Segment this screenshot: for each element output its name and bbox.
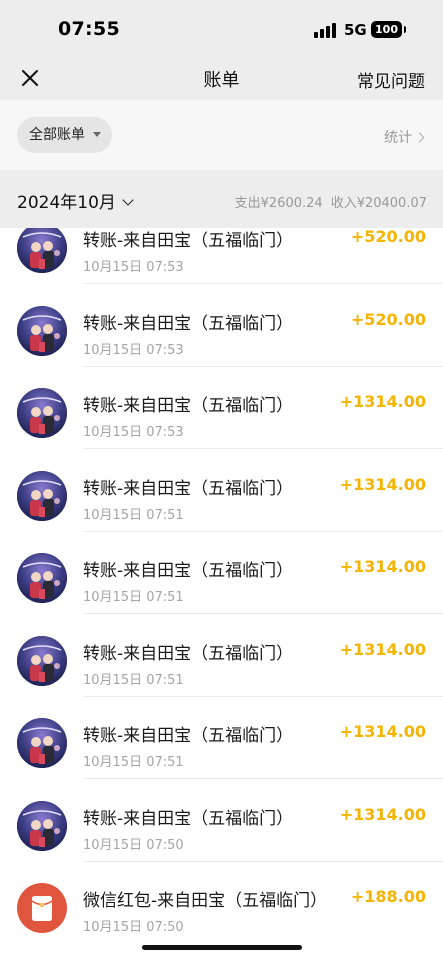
transaction-time: 10月15日 07:51 xyxy=(83,755,184,770)
expense-summary: 支出¥2600.24 xyxy=(234,196,323,211)
transaction-amount: +1314.00 xyxy=(339,722,426,741)
transaction-title: 转账-来自田宝（五福临门） xyxy=(83,231,294,251)
income-summary: 收入¥20400.07 xyxy=(330,196,427,211)
stats-label: 统计 xyxy=(384,130,412,146)
transaction-row[interactable]: 转账-来自田宝（五福临门） 10月15日 07:51 +1314.00 xyxy=(0,714,443,796)
bill-screen: 07:55 5G 100 账单 常见问题 全部账单 统计 2024年10月 支出… xyxy=(0,0,443,960)
all-bills-label: 全部账单 xyxy=(29,127,85,143)
transaction-time: 10月15日 07:51 xyxy=(83,590,184,605)
transaction-title: 转账-来自田宝（五福临门） xyxy=(83,643,294,664)
sender-avatar xyxy=(17,388,67,438)
status-time: 07:55 xyxy=(58,18,120,40)
row-divider xyxy=(83,448,443,449)
transaction-amount: +1314.00 xyxy=(339,392,426,411)
transaction-time: 10月15日 07:50 xyxy=(83,837,184,853)
row-divider xyxy=(83,365,443,367)
transaction-row[interactable]: 转账-来自田宝（五福临门） 10月15日 07:50 +1314.00 xyxy=(0,797,443,879)
all-bills-filter[interactable]: 全部账单 xyxy=(17,117,112,153)
transaction-time: 10月15日 07:51 xyxy=(83,672,184,688)
network-label: 5G xyxy=(344,21,367,39)
transaction-list[interactable]: 转账-来自田宝（五福临门） 10月15日 07:53 +520.00 转账-来自田宝（… xyxy=(0,228,443,960)
transaction-amount: +1314.00 xyxy=(339,557,426,576)
row-divider xyxy=(83,283,443,284)
transaction-time: 10月15日 07:53 xyxy=(83,260,184,275)
transaction-time: 10月15日 07:50 xyxy=(83,920,184,935)
row-divider xyxy=(83,695,443,697)
transaction-row[interactable]: 转账-来自田宝（五福临门） 10月15日 07:51 +1314.00 xyxy=(0,549,443,631)
red-packet-icon xyxy=(17,883,67,933)
transaction-amount: +520.00 xyxy=(350,309,426,329)
row-divider xyxy=(83,613,443,614)
month-selector[interactable]: 2024年10月 xyxy=(17,188,134,213)
transaction-amount: +520.00 xyxy=(350,228,426,246)
battery-icon: 100 xyxy=(371,21,406,38)
transaction-row[interactable]: 转账-来自田宝（五福临门） 10月15日 07:51 +1314.00 xyxy=(0,467,443,549)
transaction-title: 转账-来自田宝（五福临门） xyxy=(83,478,294,499)
signal-icon xyxy=(314,22,338,38)
transaction-title: 转账-来自田宝（五福临门） xyxy=(83,313,294,334)
sender-avatar xyxy=(17,635,67,686)
row-divider xyxy=(83,778,443,779)
sender-avatar xyxy=(17,228,67,273)
month-label: 2024年10月 xyxy=(17,193,116,213)
transaction-row[interactable]: 转账-来自田宝（五福临门） 10月15日 07:53 +520.00 xyxy=(0,302,443,384)
month-summary: 支出¥2600.24 收入¥20400.07 xyxy=(235,192,427,211)
transaction-title: 转账-来自田宝（五福临门） xyxy=(83,808,294,829)
chevron-right-icon xyxy=(414,132,425,143)
transaction-row[interactable]: 转账-来自田宝（五福临门） 10月15日 07:53 +520.00 xyxy=(0,228,443,301)
month-row: 2024年10月 支出¥2600.24 收入¥20400.07 xyxy=(0,170,443,228)
transaction-amount: +1314.00 xyxy=(339,474,426,494)
faq-link[interactable]: 常见问题 xyxy=(357,67,425,92)
home-indicator xyxy=(142,945,302,950)
chevron-down-icon xyxy=(122,194,134,206)
transaction-title: 微信红包-来自田宝（五福临门） xyxy=(83,891,328,911)
transaction-amount: +1314.00 xyxy=(339,639,426,659)
transaction-row[interactable]: 转账-来自田宝（五福临门） 10月15日 07:53 +1314.00 xyxy=(0,384,443,466)
sender-avatar xyxy=(17,718,67,768)
caret-down-icon xyxy=(93,132,101,137)
status-bar: 07:55 5G 100 xyxy=(0,0,443,58)
filter-row: 全部账单 统计 xyxy=(0,100,443,170)
transaction-title: 转账-来自田宝（五福临门） xyxy=(83,726,294,746)
transaction-amount: +188.00 xyxy=(350,887,426,906)
sender-avatar xyxy=(17,470,67,521)
nav-bar: 账单 常见问题 xyxy=(0,58,443,100)
row-divider xyxy=(83,530,443,532)
transaction-title: 转账-来自田宝（五福临门） xyxy=(83,561,294,581)
sender-avatar xyxy=(17,800,67,851)
row-divider xyxy=(83,860,443,862)
transaction-amount: +1314.00 xyxy=(339,804,426,824)
transaction-time: 10月15日 07:51 xyxy=(83,507,184,523)
transaction-row[interactable]: 转账-来自田宝（五福临门） 10月15日 07:51 +1314.00 xyxy=(0,632,443,714)
transaction-time: 10月15日 07:53 xyxy=(83,425,184,440)
sender-avatar xyxy=(17,305,67,356)
transaction-time: 10月15日 07:53 xyxy=(83,342,184,358)
transaction-title: 转账-来自田宝（五福临门） xyxy=(83,396,294,416)
sender-avatar xyxy=(17,553,67,603)
stats-link[interactable]: 统计 xyxy=(384,127,425,147)
